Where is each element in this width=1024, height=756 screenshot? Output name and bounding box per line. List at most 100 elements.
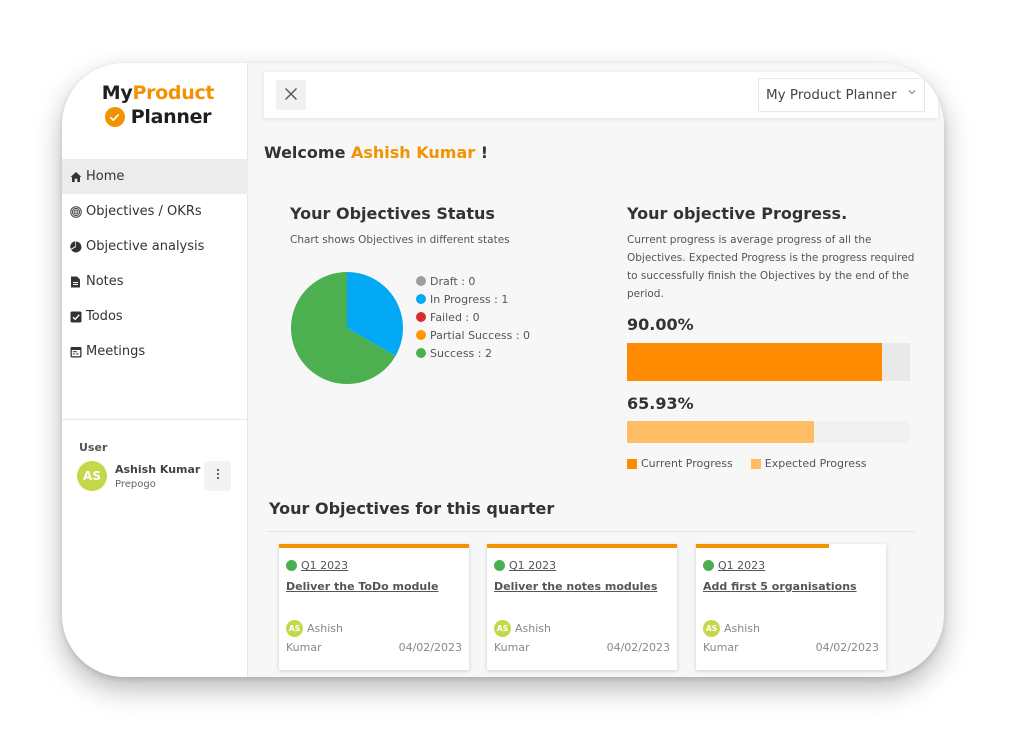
logo-text-my: My <box>101 82 133 104</box>
legend-item-success[interactable]: Success : 2 <box>416 344 530 362</box>
section-divider <box>268 531 914 532</box>
legend-label: Success : 2 <box>430 346 492 360</box>
current-progress-fill <box>627 343 882 381</box>
owner-avatar: AS <box>286 620 303 637</box>
card-title-link[interactable]: Deliver the ToDo module <box>286 580 438 593</box>
status-dot-icon <box>494 560 505 571</box>
expected-progress-swatch <box>750 458 761 469</box>
pie-legend: Draft : 0 In Progress : 1 Failed : 0 Partia… <box>416 272 530 362</box>
welcome-user-name: Ashish Kumar <box>351 143 476 162</box>
more-vertical-icon <box>216 468 220 484</box>
card-date: 04/02/2023 <box>398 641 462 654</box>
calendar-icon <box>69 345 82 358</box>
home-icon <box>69 170 82 183</box>
card-quarter: Q1 2023 <box>509 559 557 572</box>
sidebar-item-objectives[interactable]: Objectives / OKRs <box>62 194 248 229</box>
expected-progress-fill <box>627 421 814 443</box>
card-progress-bar <box>487 544 677 548</box>
sidebar-item-objective-analysis[interactable]: Objective analysis <box>62 229 248 264</box>
logo[interactable]: MyProduct Planner <box>98 81 218 129</box>
checkbox-icon <box>69 310 82 323</box>
avatar: AS <box>77 461 107 491</box>
logo-text-planner: Planner <box>130 106 212 128</box>
chevron-down-icon <box>908 88 916 98</box>
workspace-select[interactable]: My Product Planner <box>758 78 925 112</box>
target-icon <box>69 205 82 218</box>
status-subtitle: Chart shows Objectives in different stat… <box>290 234 510 246</box>
logo-text-product: Product <box>132 82 215 104</box>
sidebar-item-notes[interactable]: Notes <box>62 264 248 299</box>
sidebar-item-label: Meetings <box>86 344 146 359</box>
sidebar-item-home[interactable]: Home <box>62 159 248 194</box>
workspace-select-value: My Product Planner <box>766 87 897 103</box>
legend-item-draft[interactable]: Draft : 0 <box>416 272 530 290</box>
app-window: MyProduct Planner Home Objectives / OKRs <box>62 63 944 677</box>
close-button[interactable] <box>276 80 306 110</box>
owner-last-name: Kumar <box>286 641 322 654</box>
sidebar-item-label: Objectives / OKRs <box>86 204 202 219</box>
status-dot-icon <box>703 560 714 571</box>
legend-item-partial-success[interactable]: Partial Success : 0 <box>416 326 530 344</box>
legend-label: Draft : 0 <box>430 274 476 288</box>
card-owner: AS Ashish <box>286 620 343 637</box>
sidebar-item-label: Objective analysis <box>86 239 205 254</box>
legend-dot-icon <box>416 294 426 304</box>
note-icon <box>69 275 82 288</box>
card-quarter-link[interactable]: Q1 2023 <box>286 559 348 572</box>
current-progress-value: 90.00% <box>627 315 694 334</box>
objective-card[interactable]: Q1 2023 Deliver the notes modules AS Ash… <box>487 544 677 670</box>
card-title-link[interactable]: Add first 5 organisations <box>703 580 857 593</box>
legend-label: Failed : 0 <box>430 310 480 324</box>
sidebar-nav: Home Objectives / OKRs Objective analysi… <box>62 159 248 369</box>
card-date: 04/02/2023 <box>815 641 879 654</box>
legend-dot-icon <box>416 276 426 286</box>
progress-legend: Current Progress Expected Progress <box>627 457 867 470</box>
owner-last-name: Kumar <box>703 641 739 654</box>
legend-label: In Progress : 1 <box>430 292 509 306</box>
user-profile[interactable]: AS Ashish Kumar Prepogo <box>77 461 200 491</box>
card-quarter-link[interactable]: Q1 2023 <box>494 559 556 572</box>
owner-first-name: Ashish <box>307 622 343 635</box>
card-date: 04/02/2023 <box>606 641 670 654</box>
sidebar-item-todos[interactable]: Todos <box>62 299 248 334</box>
user-section-label: User <box>79 441 108 454</box>
expected-progress-legend-label: Expected Progress <box>764 457 867 470</box>
objective-card[interactable]: Q1 2023 Add first 5 organisations AS Ash… <box>696 544 886 670</box>
close-icon <box>284 86 298 105</box>
owner-first-name: Ashish <box>724 622 760 635</box>
card-quarter: Q1 2023 <box>301 559 349 572</box>
expected-progress-value: 65.93% <box>627 394 694 413</box>
objective-card[interactable]: Q1 2023 Deliver the ToDo module AS Ashis… <box>279 544 469 670</box>
legend-label: Partial Success : 0 <box>430 328 531 342</box>
legend-item-failed[interactable]: Failed : 0 <box>416 308 530 326</box>
current-progress-legend-label: Current Progress <box>641 457 733 470</box>
welcome-heading: Welcome Ashish Kumar ! <box>264 143 488 162</box>
owner-avatar: AS <box>494 620 511 637</box>
user-menu-button[interactable] <box>204 461 231 491</box>
sidebar-item-label: Notes <box>86 274 124 289</box>
progress-title: Your objective Progress. <box>627 204 848 223</box>
user-name: Ashish Kumar <box>115 462 201 476</box>
current-progress-bar <box>627 343 910 381</box>
sidebar-item-label: Todos <box>86 309 123 324</box>
card-progress-bar <box>279 544 469 548</box>
welcome-prefix: Welcome <box>264 143 346 162</box>
sidebar: MyProduct Planner Home Objectives / OKRs <box>62 63 248 677</box>
check-circle-icon <box>104 107 125 127</box>
legend-dot-icon <box>416 312 426 322</box>
sidebar-item-meetings[interactable]: Meetings <box>62 334 248 369</box>
owner-last-name: Kumar <box>494 641 530 654</box>
legend-item-in-progress[interactable]: In Progress : 1 <box>416 290 530 308</box>
user-org: Prepogo <box>115 478 156 490</box>
card-title-link[interactable]: Deliver the notes modules <box>494 580 657 593</box>
quarter-objectives-title: Your Objectives for this quarter <box>269 499 555 518</box>
card-quarter-link[interactable]: Q1 2023 <box>703 559 765 572</box>
owner-first-name: Ashish <box>515 622 551 635</box>
card-quarter: Q1 2023 <box>718 559 766 572</box>
sidebar-divider <box>62 419 248 420</box>
objectives-status-pie <box>291 272 403 384</box>
owner-avatar: AS <box>703 620 720 637</box>
legend-dot-icon <box>416 348 426 358</box>
legend-dot-icon <box>416 330 426 340</box>
expected-progress-bar <box>627 421 910 443</box>
